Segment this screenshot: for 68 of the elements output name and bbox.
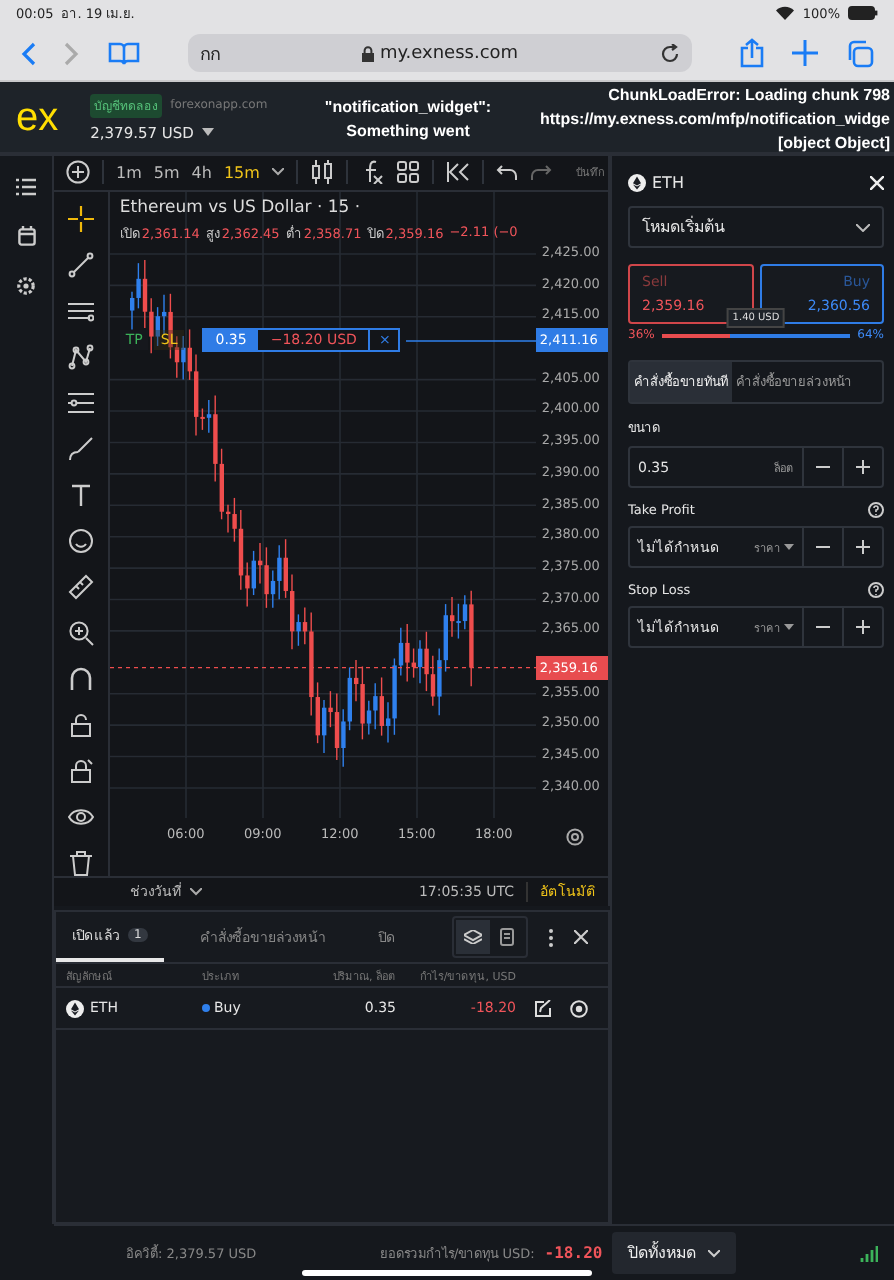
eye-icon[interactable] — [67, 803, 94, 830]
edit-icon[interactable] — [534, 999, 552, 1017]
close-position-icon[interactable] — [570, 999, 588, 1017]
line-icon[interactable] — [67, 251, 94, 278]
more-icon[interactable] — [548, 927, 554, 947]
mode-dropdown[interactable]: โหมดเริ่มต้น — [628, 206, 884, 248]
nodes-icon[interactable] — [67, 343, 94, 370]
replay-icon[interactable] — [445, 162, 470, 183]
document-icon — [500, 928, 514, 946]
total-pnl-value: -18.20 — [544, 1244, 603, 1262]
caret-icon — [190, 887, 202, 896]
lock-icon[interactable] — [67, 757, 94, 784]
calendar-icon[interactable] — [17, 226, 35, 246]
lock-icon — [361, 45, 374, 61]
logo[interactable]: ex — [16, 97, 59, 137]
wifi-icon — [776, 6, 795, 20]
share-icon[interactable] — [740, 38, 764, 68]
undo-icon[interactable] — [495, 164, 518, 181]
timeframe-button[interactable]: 1m — [116, 163, 142, 182]
help-icon[interactable] — [868, 582, 884, 598]
symbol-title: ETH — [652, 173, 684, 191]
parallel-icon[interactable] — [67, 297, 94, 324]
stack-view-button[interactable] — [456, 920, 490, 954]
caret-icon — [201, 128, 214, 136]
caret-icon — [856, 223, 870, 231]
chart-title: Ethereum vs US Dollar · 15 · — [119, 197, 363, 218]
ruler-icon[interactable] — [67, 573, 94, 600]
close-all-button[interactable]: ปิดทั้งหมด — [612, 1232, 737, 1274]
error-message-line: "notification_widget": — [324, 96, 492, 120]
grid-icon[interactable] — [395, 160, 420, 185]
list-icon[interactable] — [16, 178, 36, 196]
error-message-line: Something went — [346, 120, 470, 144]
candles-icon[interactable] — [309, 160, 334, 185]
back-icon[interactable] — [20, 41, 36, 65]
ethereum-icon — [628, 173, 646, 191]
crosshair-icon[interactable] — [67, 205, 94, 232]
reload-icon[interactable] — [660, 43, 681, 63]
battery-icon — [848, 6, 878, 20]
smiley-icon[interactable] — [67, 527, 94, 554]
position-line[interactable] — [405, 339, 537, 342]
signal-icon — [860, 1244, 878, 1262]
error-message-line: [object Object] — [777, 132, 890, 156]
error-message-line: https://my.exness.com/mfp/notification_widge — [540, 108, 890, 132]
caret-icon — [708, 1249, 721, 1257]
trash-icon[interactable] — [67, 849, 94, 876]
lines-icon[interactable] — [67, 389, 94, 416]
ethereum-icon — [66, 999, 84, 1017]
close-icon[interactable] — [574, 930, 588, 944]
add-indicator-icon[interactable] — [66, 160, 90, 185]
timeframe-button[interactable]: 5m — [153, 163, 180, 182]
redo-icon[interactable] — [529, 164, 552, 181]
url-text: my.exness.com — [379, 43, 519, 63]
help-icon[interactable] — [868, 502, 884, 518]
tabs-icon[interactable] — [846, 39, 874, 67]
bookmarks-icon[interactable] — [108, 41, 140, 65]
magnet-icon[interactable] — [67, 665, 94, 692]
caret-icon[interactable] — [271, 168, 284, 177]
text-size-button[interactable]: กก — [200, 39, 220, 67]
text-icon[interactable] — [67, 481, 94, 508]
zoom-icon[interactable] — [67, 619, 94, 646]
brush-icon[interactable] — [67, 435, 94, 462]
error-message-line: ChunkLoadError: Loading chunk 798 — [608, 84, 890, 108]
timeframe-button[interactable]: 4h — [191, 163, 212, 182]
lock-icon[interactable] — [67, 711, 94, 738]
timeframe-button[interactable]: 15m — [223, 163, 260, 182]
plus-icon[interactable] — [792, 40, 818, 66]
address-bar[interactable]: กก my.exness.com — [188, 34, 692, 72]
layers-icon — [464, 930, 482, 944]
